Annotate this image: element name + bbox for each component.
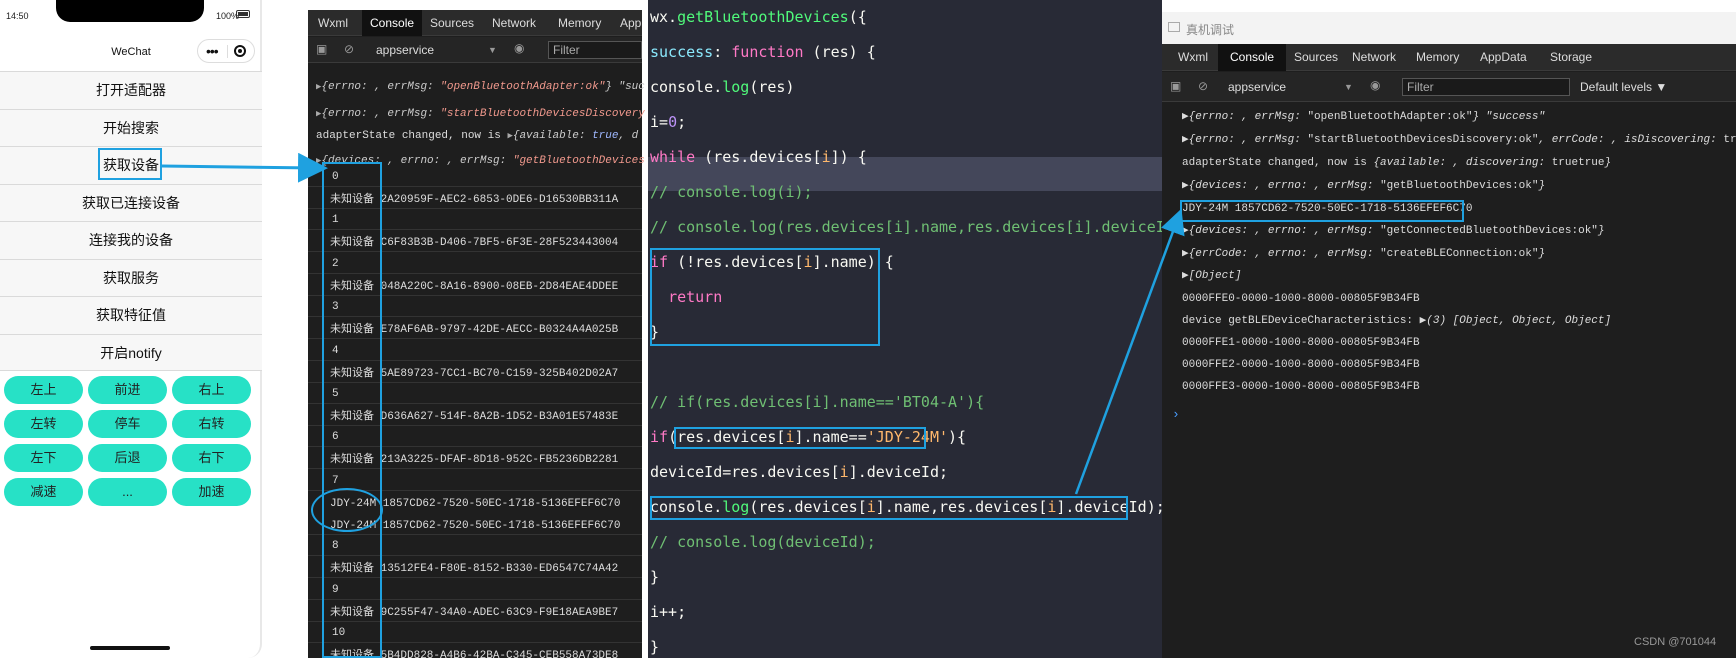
- screenshot-stage: 14:50 100% WeChat ••• 打开适配器 开始搜索 获取设备 获取…: [0, 0, 1736, 658]
- annotation-arrows: [161, 152, 1185, 495]
- watermark: CSDN @701044: [1634, 636, 1717, 648]
- arrow-to-output: [1074, 208, 1185, 495]
- arrow-to-device-list: [161, 152, 328, 183]
